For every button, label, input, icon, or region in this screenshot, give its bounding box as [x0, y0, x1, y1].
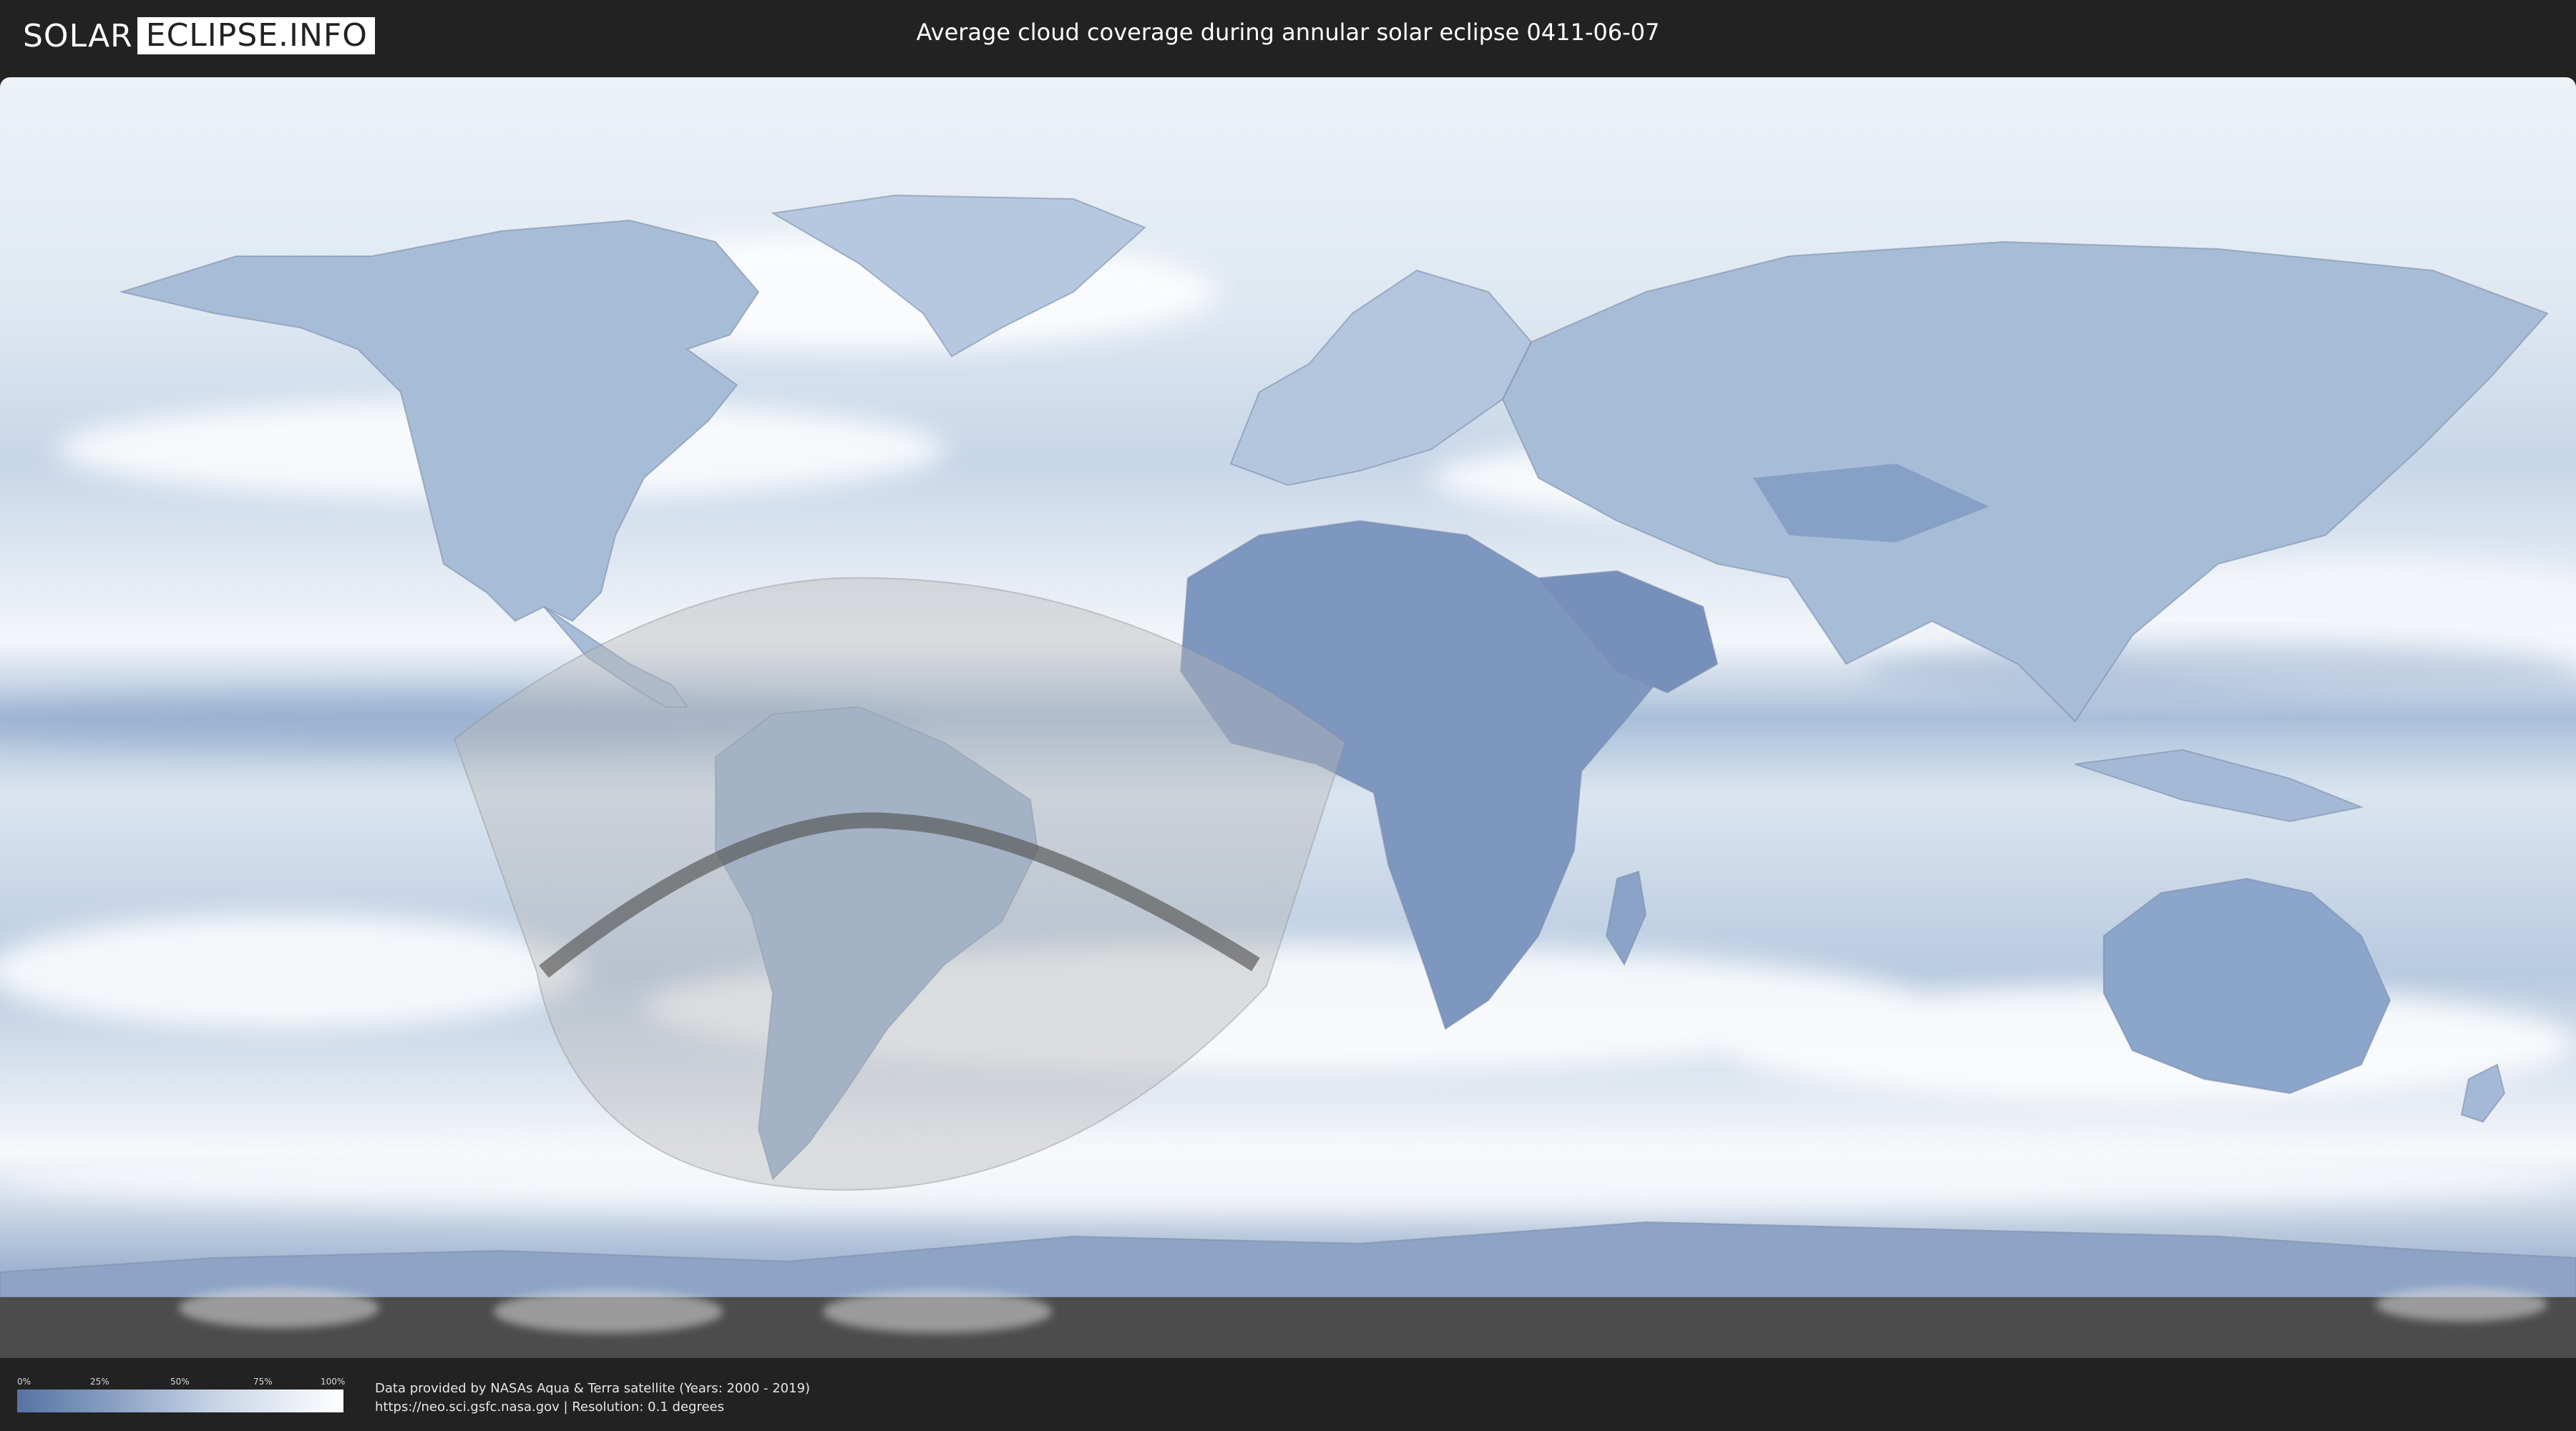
- cloud-coverage-map[interactable]: [0, 77, 2576, 1358]
- cloud-coverage-legend: 0% 25% 50% 75% 100%: [17, 1377, 346, 1412]
- credit-line-url: https://neo.sci.gsfc.nasa.gov | Resoluti…: [375, 1400, 724, 1415]
- legend-tick: 75%: [253, 1377, 273, 1387]
- credit-line-source: Data provided by NASAs Aqua & Terra sate…: [375, 1381, 811, 1396]
- page-title: Average cloud coverage during annular so…: [916, 19, 1660, 46]
- legend-tick: 0%: [17, 1377, 31, 1387]
- header-bar: SOLAR ECLIPSE.INFO Average cloud coverag…: [0, 0, 2576, 74]
- legend-tick: 25%: [90, 1377, 109, 1387]
- footer-bar: 0% 25% 50% 75% 100% Data provided by NAS…: [0, 1358, 2576, 1431]
- data-credits: Data provided by NASAs Aqua & Terra sate…: [375, 1379, 810, 1417]
- legend-ticks: 0% 25% 50% 75% 100%: [17, 1377, 346, 1390]
- legend-tick: 50%: [170, 1377, 190, 1387]
- legend-tick: 100%: [321, 1377, 346, 1387]
- legend-gradient-bar: [17, 1390, 343, 1412]
- no-data-band: [0, 1297, 2576, 1358]
